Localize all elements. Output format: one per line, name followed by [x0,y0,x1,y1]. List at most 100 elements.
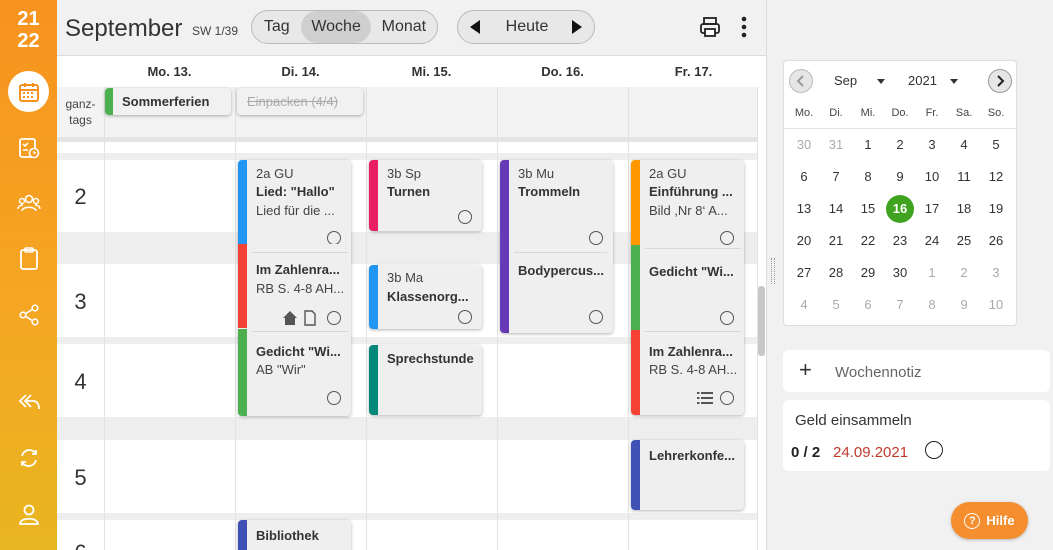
day-header-fri[interactable]: Fr. 17. [628,56,759,87]
mini-cal-day[interactable]: 27 [788,260,820,286]
done-circle-icon[interactable] [327,231,341,244]
mini-cal-day[interactable]: 5 [820,292,852,318]
calendar-nav-icon[interactable] [8,71,49,112]
grid-scrollbar[interactable] [758,286,765,356]
mini-cal-day[interactable]: 17 [916,196,948,222]
view-tab-month[interactable]: Monat [371,11,437,43]
done-circle-icon[interactable] [327,391,341,405]
event-gedicht-di[interactable]: Gedicht "Wi... AB "Wir" [238,333,351,415]
done-circle-icon[interactable] [589,310,603,324]
event-lehrerkonferenz[interactable]: Lehrerkonfe... [631,440,744,510]
task-card[interactable]: Geld einsammeln 0 / 2 24.09.2021 [783,400,1050,471]
event-einfuehrung[interactable]: 2a GU Einführung ... Bild ,Nr 8‘ A... [631,160,744,245]
event-zahlenraum-fr[interactable]: Im Zahlenra... RB S. 4-8 AH... [631,333,744,415]
mini-cal-day[interactable]: 9 [948,292,980,318]
week-note-box[interactable]: + Wochennotiz [783,350,1050,392]
mini-cal-day[interactable]: 14 [820,196,852,222]
done-circle-icon[interactable] [327,311,341,325]
done-circle-icon[interactable] [720,311,734,325]
user-profile-icon[interactable] [8,493,49,534]
mini-cal-year-select[interactable]: 2021 [908,73,937,88]
mini-cal-day[interactable]: 1 [916,260,948,286]
event-lied-hallo[interactable]: 2a GU Lied: "Hallo" Lied für die ... [238,160,351,244]
mini-cal-prev-button[interactable] [789,69,813,93]
previous-week-icon[interactable] [468,19,482,35]
day-header-thu[interactable]: Do. 16. [497,56,628,87]
mini-cal-day[interactable]: 11 [948,164,980,190]
allday-event-einpacken[interactable]: Einpacken (4/4) [237,88,363,115]
mini-cal-day[interactable]: 9 [884,164,916,190]
mini-cal-day[interactable]: 4 [788,292,820,318]
done-circle-icon[interactable] [589,231,603,245]
mini-cal-day[interactable]: 4 [948,132,980,158]
add-note-plus-icon[interactable]: + [799,359,812,381]
mini-cal-day[interactable]: 26 [980,228,1012,254]
view-tab-week[interactable]: Woche [301,11,371,43]
mini-cal-day[interactable]: 20 [788,228,820,254]
mini-cal-day[interactable]: 7 [820,164,852,190]
mini-cal-day[interactable]: 23 [884,228,916,254]
mini-cal-day[interactable]: 8 [916,292,948,318]
users-icon[interactable] [8,182,49,223]
mini-cal-day[interactable]: 19 [980,196,1012,222]
event-sprechstunde[interactable]: Sprechstunde [369,345,482,415]
mini-cal-day[interactable]: 6 [788,164,820,190]
mini-cal-day[interactable]: 30 [884,260,916,286]
mini-cal-day[interactable]: 13 [788,196,820,222]
event-bibliothek[interactable]: Bibliothek [238,520,351,550]
mini-cal-day[interactable]: 25 [948,228,980,254]
event-gedicht-fr[interactable]: Gedicht "Wi... [631,250,744,330]
month-dropdown-caret-icon[interactable] [877,79,885,84]
done-circle-icon[interactable] [720,391,734,405]
done-circle-icon[interactable] [458,210,472,224]
mini-cal-day[interactable]: 3 [980,260,1012,286]
mini-cal-day[interactable]: 29 [852,260,884,286]
mini-cal-day[interactable]: 8 [852,164,884,190]
mini-cal-day[interactable]: 31 [820,132,852,158]
task-list-clock-icon[interactable] [8,127,49,168]
app-logo[interactable]: 21 22 [0,8,57,52]
done-circle-icon[interactable] [720,231,734,245]
mini-cal-day[interactable]: 3 [916,132,948,158]
mini-cal-day[interactable]: 30 [788,132,820,158]
mini-cal-day[interactable]: 10 [916,164,948,190]
event-klassenorg[interactable]: 3b Ma Klassenorg... [369,265,482,329]
view-tab-day[interactable]: Tag [252,11,301,43]
mini-cal-day[interactable]: 10 [980,292,1012,318]
mini-cal-day[interactable]: 2 [948,260,980,286]
mini-cal-day[interactable]: 6 [852,292,884,318]
mini-cal-day[interactable]: 28 [820,260,852,286]
mini-cal-day[interactable]: 1 [852,132,884,158]
day-header-wed[interactable]: Mi. 15. [366,56,497,87]
event-turnen[interactable]: 3b Sp Turnen [369,160,482,231]
reply-all-icon[interactable] [8,381,49,422]
help-button[interactable]: ? Hilfe [951,502,1028,539]
done-circle-icon[interactable] [458,310,472,324]
mini-cal-day[interactable]: 22 [852,228,884,254]
next-week-icon[interactable] [570,19,584,35]
share-icon[interactable] [8,294,49,335]
event-zahlenraum-di[interactable]: Im Zahlenra... RB S. 4-8 AH... [238,254,351,332]
year-dropdown-caret-icon[interactable] [950,79,958,84]
mini-cal-day[interactable]: 5 [980,132,1012,158]
clipboard-icon[interactable] [8,238,49,279]
mini-cal-day[interactable]: 2 [884,132,916,158]
mini-cal-day[interactable]: 12 [980,164,1012,190]
task-done-circle-icon[interactable] [925,441,943,459]
panel-resize-handle[interactable] [771,258,775,284]
mini-cal-day[interactable]: 21 [820,228,852,254]
mini-cal-month-select[interactable]: Sep [834,73,857,88]
mini-cal-day-today[interactable]: 16 [884,195,916,223]
more-options-icon[interactable] [738,14,750,40]
allday-event-sommerferien[interactable]: Sommerferien [105,88,231,115]
mini-cal-day[interactable]: 7 [884,292,916,318]
mini-cal-next-button[interactable] [988,69,1012,93]
day-header-tue[interactable]: Di. 14. [235,56,366,87]
mini-cal-day[interactable]: 18 [948,196,980,222]
mini-cal-day[interactable]: 15 [852,196,884,222]
mini-cal-day[interactable]: 24 [916,228,948,254]
event-trommeln[interactable]: 3b Mu Trommeln Bodypercus... [500,160,613,333]
print-icon[interactable] [699,16,721,38]
sync-icon[interactable] [8,437,49,478]
today-button[interactable]: Heute [492,18,562,36]
